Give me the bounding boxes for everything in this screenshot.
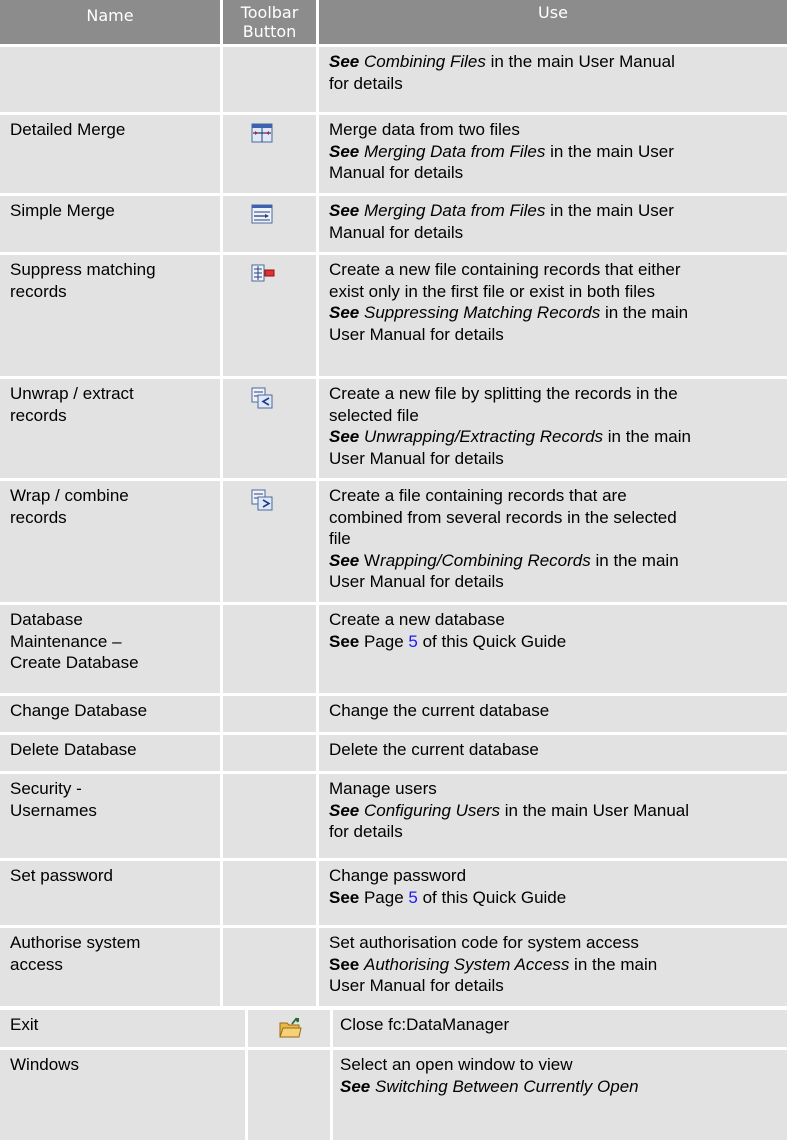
page-link[interactable]: 5 <box>408 888 417 907</box>
cross-reference: rapping/Combining Records <box>380 550 591 570</box>
header-name: Name <box>0 0 220 44</box>
table-row: Unwrap / extract records Create a new fi… <box>0 379 787 478</box>
header-use: Use <box>319 0 787 44</box>
table-row: Suppress matching records Create a new f… <box>0 255 787 376</box>
cross-reference: Configuring Users <box>363 800 501 820</box>
table-row: Simple Merge See Merging Data from Files… <box>0 196 787 252</box>
cross-reference: Combining Files <box>363 52 486 71</box>
cross-reference: Merging Data from Files <box>363 141 546 161</box>
row-name: Unwrap / extract records <box>10 384 134 425</box>
row-name: Suppress matching records <box>10 260 156 301</box>
row-name: Authorise system access <box>10 933 141 974</box>
table-header: Name Toolbar Button Use <box>0 0 787 44</box>
table-row: Authorise system access Set authorisatio… <box>0 928 787 1006</box>
table-row: Detailed Merge Merge data from two files… <box>0 115 787 193</box>
cross-reference: Suppressing Matching Records <box>363 303 601 322</box>
table-row: Security - Usernames Manage users See Co… <box>0 774 787 858</box>
row-name: Delete Database <box>10 740 137 759</box>
table-row: Set password Change password See Page 5 … <box>0 861 787 925</box>
row-name: Set password <box>10 866 113 885</box>
suppress-matching-icon[interactable] <box>251 263 275 283</box>
cross-reference: Merging Data from Files <box>363 201 546 220</box>
table-row: See Combining Files in the main User Man… <box>0 47 787 112</box>
simple-merge-icon[interactable] <box>251 204 273 224</box>
table-row: Windows Select an open window to view Se… <box>0 1050 787 1140</box>
table-row: Delete Database Delete the current datab… <box>0 735 787 771</box>
table-row: Wrap / combine records Create a file con… <box>0 481 787 602</box>
table-row: Exit Close fc:DataManager <box>0 1010 787 1047</box>
cross-reference: Authorising System Access <box>363 954 570 974</box>
row-name: Security - Usernames <box>10 779 97 820</box>
row-name: Database Maintenance – Create Database <box>10 610 139 672</box>
exit-folder-icon[interactable] <box>278 1017 302 1038</box>
cross-reference: Switching Between Currently Open <box>374 1076 639 1096</box>
table-row: Database Maintenance – Create Database C… <box>0 605 787 693</box>
page-link[interactable]: 5 <box>408 632 417 651</box>
table-row: Change Database Change the current datab… <box>0 696 787 732</box>
detailed-merge-icon[interactable] <box>251 123 273 143</box>
row-name: Simple Merge <box>10 201 115 220</box>
row-name: Windows <box>10 1055 79 1074</box>
unwrap-records-icon[interactable] <box>251 387 273 409</box>
header-toolbar-button: Toolbar Button <box>223 0 316 44</box>
row-name: Change Database <box>10 701 148 720</box>
cross-reference: Unwrapping/Extracting Records <box>363 427 604 446</box>
row-name: Detailed Merge <box>10 120 126 139</box>
wrap-records-icon[interactable] <box>251 489 273 511</box>
row-name: Exit <box>10 1015 39 1034</box>
row-name: Wrap / combine records <box>10 486 129 527</box>
